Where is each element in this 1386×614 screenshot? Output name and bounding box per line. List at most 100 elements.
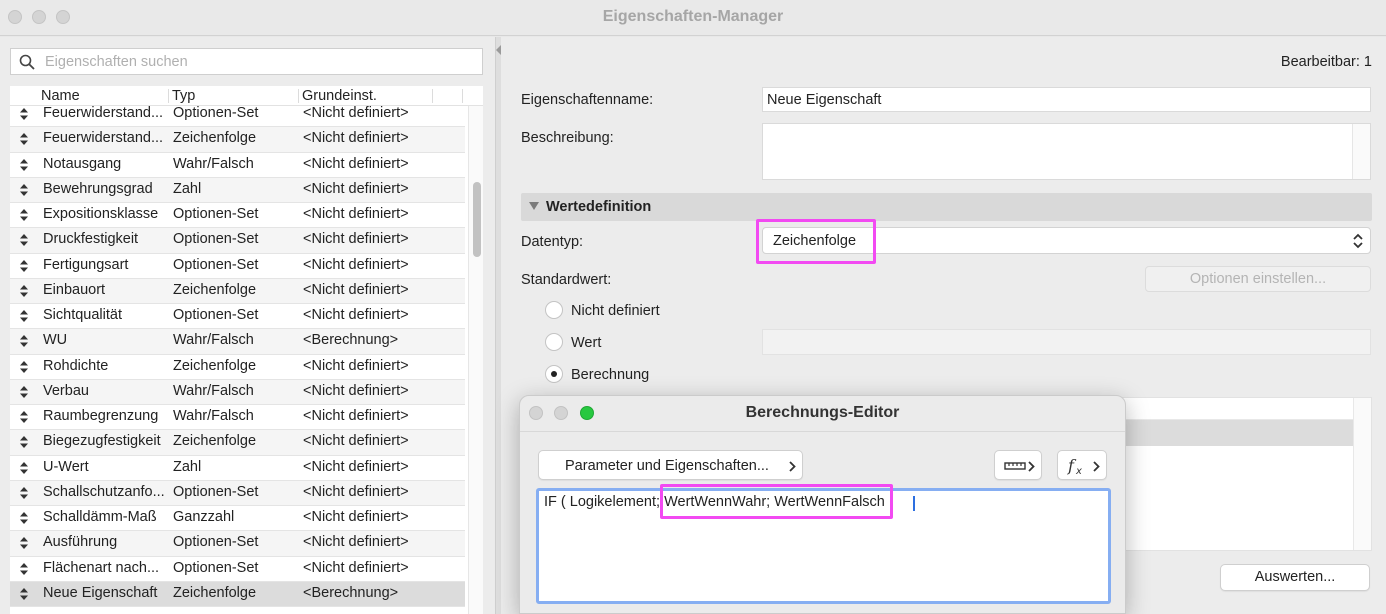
drag-handle-icon[interactable]	[20, 108, 28, 120]
drag-handle-icon[interactable]	[20, 133, 28, 146]
table-row[interactable]: Ausführung Optionen-Set <Nicht definiert>	[10, 531, 465, 557]
drag-handle-icon[interactable]	[20, 461, 28, 474]
radio-value-label[interactable]: Wert	[571, 335, 601, 351]
table-row[interactable]: Neue Eigenschaft Zeichenfolge <Berechnung>	[10, 581, 465, 607]
datatype-highlight	[756, 219, 876, 264]
drag-handle-icon[interactable]	[20, 385, 28, 398]
cell-default: <Berechnung>	[303, 332, 399, 349]
cell-name: Fertigungsart	[43, 256, 129, 273]
cell-name: Raumbegrenzung	[43, 408, 159, 424]
column-separator[interactable]	[462, 89, 463, 103]
calculation-preview-row	[1102, 420, 1354, 446]
cell-default: <Nicht definiert>	[303, 155, 409, 172]
property-rows: Feuerwiderstand... Optionen-Set <Nicht def…	[10, 102, 465, 607]
cell-type: Zeichenfolge	[173, 281, 257, 298]
search-input[interactable]	[45, 51, 475, 72]
cell-default: <Nicht definiert>	[303, 281, 409, 298]
drag-handle-icon[interactable]	[20, 209, 28, 221]
cell-name: U-Wert	[43, 458, 89, 475]
cell-default: <Nicht definiert>	[303, 483, 409, 500]
table-row[interactable]: WU Wahr/Falsch <Berechnung>	[10, 329, 465, 355]
drag-handle-icon[interactable]	[20, 512, 28, 524]
drag-handle-icon[interactable]	[20, 259, 28, 272]
disclosure-triangle-icon[interactable]	[529, 202, 539, 210]
cell-name: Einbauort	[43, 281, 106, 298]
value-field[interactable]	[762, 329, 1371, 355]
table-scrollbar[interactable]	[468, 106, 483, 614]
table-row[interactable]: Fertigungsart Optionen-Set <Nicht definier…	[10, 253, 465, 279]
units-menu-button[interactable]	[994, 450, 1042, 480]
cell-name: Biegezugfestigkeit	[43, 433, 161, 450]
set-options-button[interactable]: Optionen einstellen...	[1145, 266, 1371, 292]
drag-handle-icon[interactable]	[20, 537, 28, 550]
drag-handle-icon[interactable]	[20, 310, 28, 322]
table-row[interactable]: Expositionsklasse Optionen-Set <Nicht defi…	[10, 203, 465, 229]
table-row[interactable]: Flächenart nach... Optionen-Set <Nicht def…	[10, 556, 465, 582]
scrollbar-thumb[interactable]	[473, 182, 481, 257]
drag-handle-icon[interactable]	[20, 158, 28, 171]
search-box[interactable]	[10, 48, 483, 75]
table-row[interactable]: Einbauort Zeichenfolge <Nicht definiert>	[10, 278, 465, 304]
radio-calculation[interactable]	[545, 365, 563, 383]
cell-type: Optionen-Set	[173, 307, 259, 323]
drag-handle-icon[interactable]	[20, 183, 28, 196]
cell-type: Wahr/Falsch	[173, 332, 254, 349]
drag-handle-icon[interactable]	[20, 411, 28, 423]
radio-calculation-label[interactable]: Berechnung	[571, 367, 649, 383]
column-separator[interactable]	[168, 89, 169, 103]
table-row[interactable]: Schallschutzanfo... Optionen-Set <Nicht de…	[10, 480, 465, 506]
cell-name: Druckfestigkeit	[43, 231, 139, 248]
evaluate-button[interactable]: Auswerten...	[1220, 564, 1370, 591]
radio-undefined-label[interactable]: Nicht definiert	[571, 303, 660, 319]
table-row[interactable]: Bewehrungsgrad Zahl <Nicht definiert>	[10, 177, 465, 203]
drag-handle-icon[interactable]	[20, 562, 28, 575]
drag-handle-icon[interactable]	[20, 284, 28, 297]
property-name-field[interactable]	[762, 87, 1371, 112]
description-scrollbar[interactable]	[1352, 124, 1370, 179]
parameters-properties-button[interactable]: Parameter und Eigenschaften...	[538, 450, 803, 480]
drag-handle-icon[interactable]	[20, 335, 28, 348]
functions-menu-button[interactable]: f x	[1057, 450, 1107, 480]
column-header-name[interactable]: Name	[41, 88, 80, 104]
column-header-default[interactable]: Grundeinst.	[302, 88, 377, 104]
column-separator[interactable]	[432, 89, 433, 103]
property-list-pane: Feuerwiderstand... Optionen-Set <Nicht def…	[0, 37, 495, 614]
chevron-updown-icon	[1353, 233, 1363, 249]
drag-handle-icon[interactable]	[20, 587, 28, 600]
cell-type: Zeichenfolge	[173, 584, 257, 601]
table-row[interactable]: Feuerwiderstand... Zeichenfolge <Nicht def…	[10, 127, 465, 153]
cell-default: <Nicht definiert>	[303, 206, 409, 222]
calculation-preview-scrollbar[interactable]	[1353, 398, 1371, 550]
table-row[interactable]: Verbau Wahr/Falsch <Nicht definiert>	[10, 379, 465, 405]
table-row[interactable]: Raumbegrenzung Wahr/Falsch <Nicht definier…	[10, 405, 465, 431]
default-value-label: Standardwert:	[521, 272, 612, 288]
cell-default: <Nicht definiert>	[303, 307, 409, 323]
drag-handle-icon[interactable]	[20, 360, 28, 373]
cell-name: Schalldämm-Maß	[43, 509, 157, 525]
table-row[interactable]: Schalldämm-Maß Ganzzahl <Nicht definiert>	[10, 506, 465, 532]
cell-default: <Nicht definiert>	[303, 231, 409, 248]
parameters-button-label: Parameter und Eigenschaften...	[565, 458, 769, 474]
drag-handle-icon[interactable]	[20, 436, 28, 449]
table-row[interactable]: Rohdichte Zeichenfolge <Nicht definiert>	[10, 354, 465, 380]
description-field[interactable]	[762, 123, 1371, 180]
drag-handle-icon[interactable]	[20, 234, 28, 247]
radio-value[interactable]	[545, 333, 563, 351]
property-name-input[interactable]	[763, 88, 1370, 111]
table-row[interactable]: U-Wert Zahl <Nicht definiert>	[10, 455, 465, 481]
table-row[interactable]: Druckfestigkeit Optionen-Set <Nicht defini…	[10, 228, 465, 254]
table-row[interactable]: Notausgang Wahr/Falsch <Nicht definiert>	[10, 152, 465, 178]
table-row[interactable]: Sichtqualität Optionen-Set <Nicht definier…	[10, 304, 465, 330]
radio-undefined[interactable]	[545, 301, 563, 319]
drag-handle-icon[interactable]	[20, 486, 28, 499]
table-row[interactable]: Biegezugfestigkeit Zeichenfolge <Nicht def…	[10, 430, 465, 456]
cell-name: Sichtqualität	[43, 307, 122, 323]
property-table: Feuerwiderstand... Optionen-Set <Nicht def…	[10, 86, 483, 614]
column-header-type[interactable]: Typ	[172, 88, 195, 104]
cell-name: Notausgang	[43, 155, 122, 172]
value-definition-section[interactable]: Wertedefinition	[521, 193, 1372, 221]
cell-type: Wahr/Falsch	[173, 155, 254, 172]
table-header: Name Typ Grundeinst.	[10, 86, 483, 106]
column-separator[interactable]	[298, 89, 299, 103]
cell-type: Optionen-Set	[173, 105, 259, 121]
